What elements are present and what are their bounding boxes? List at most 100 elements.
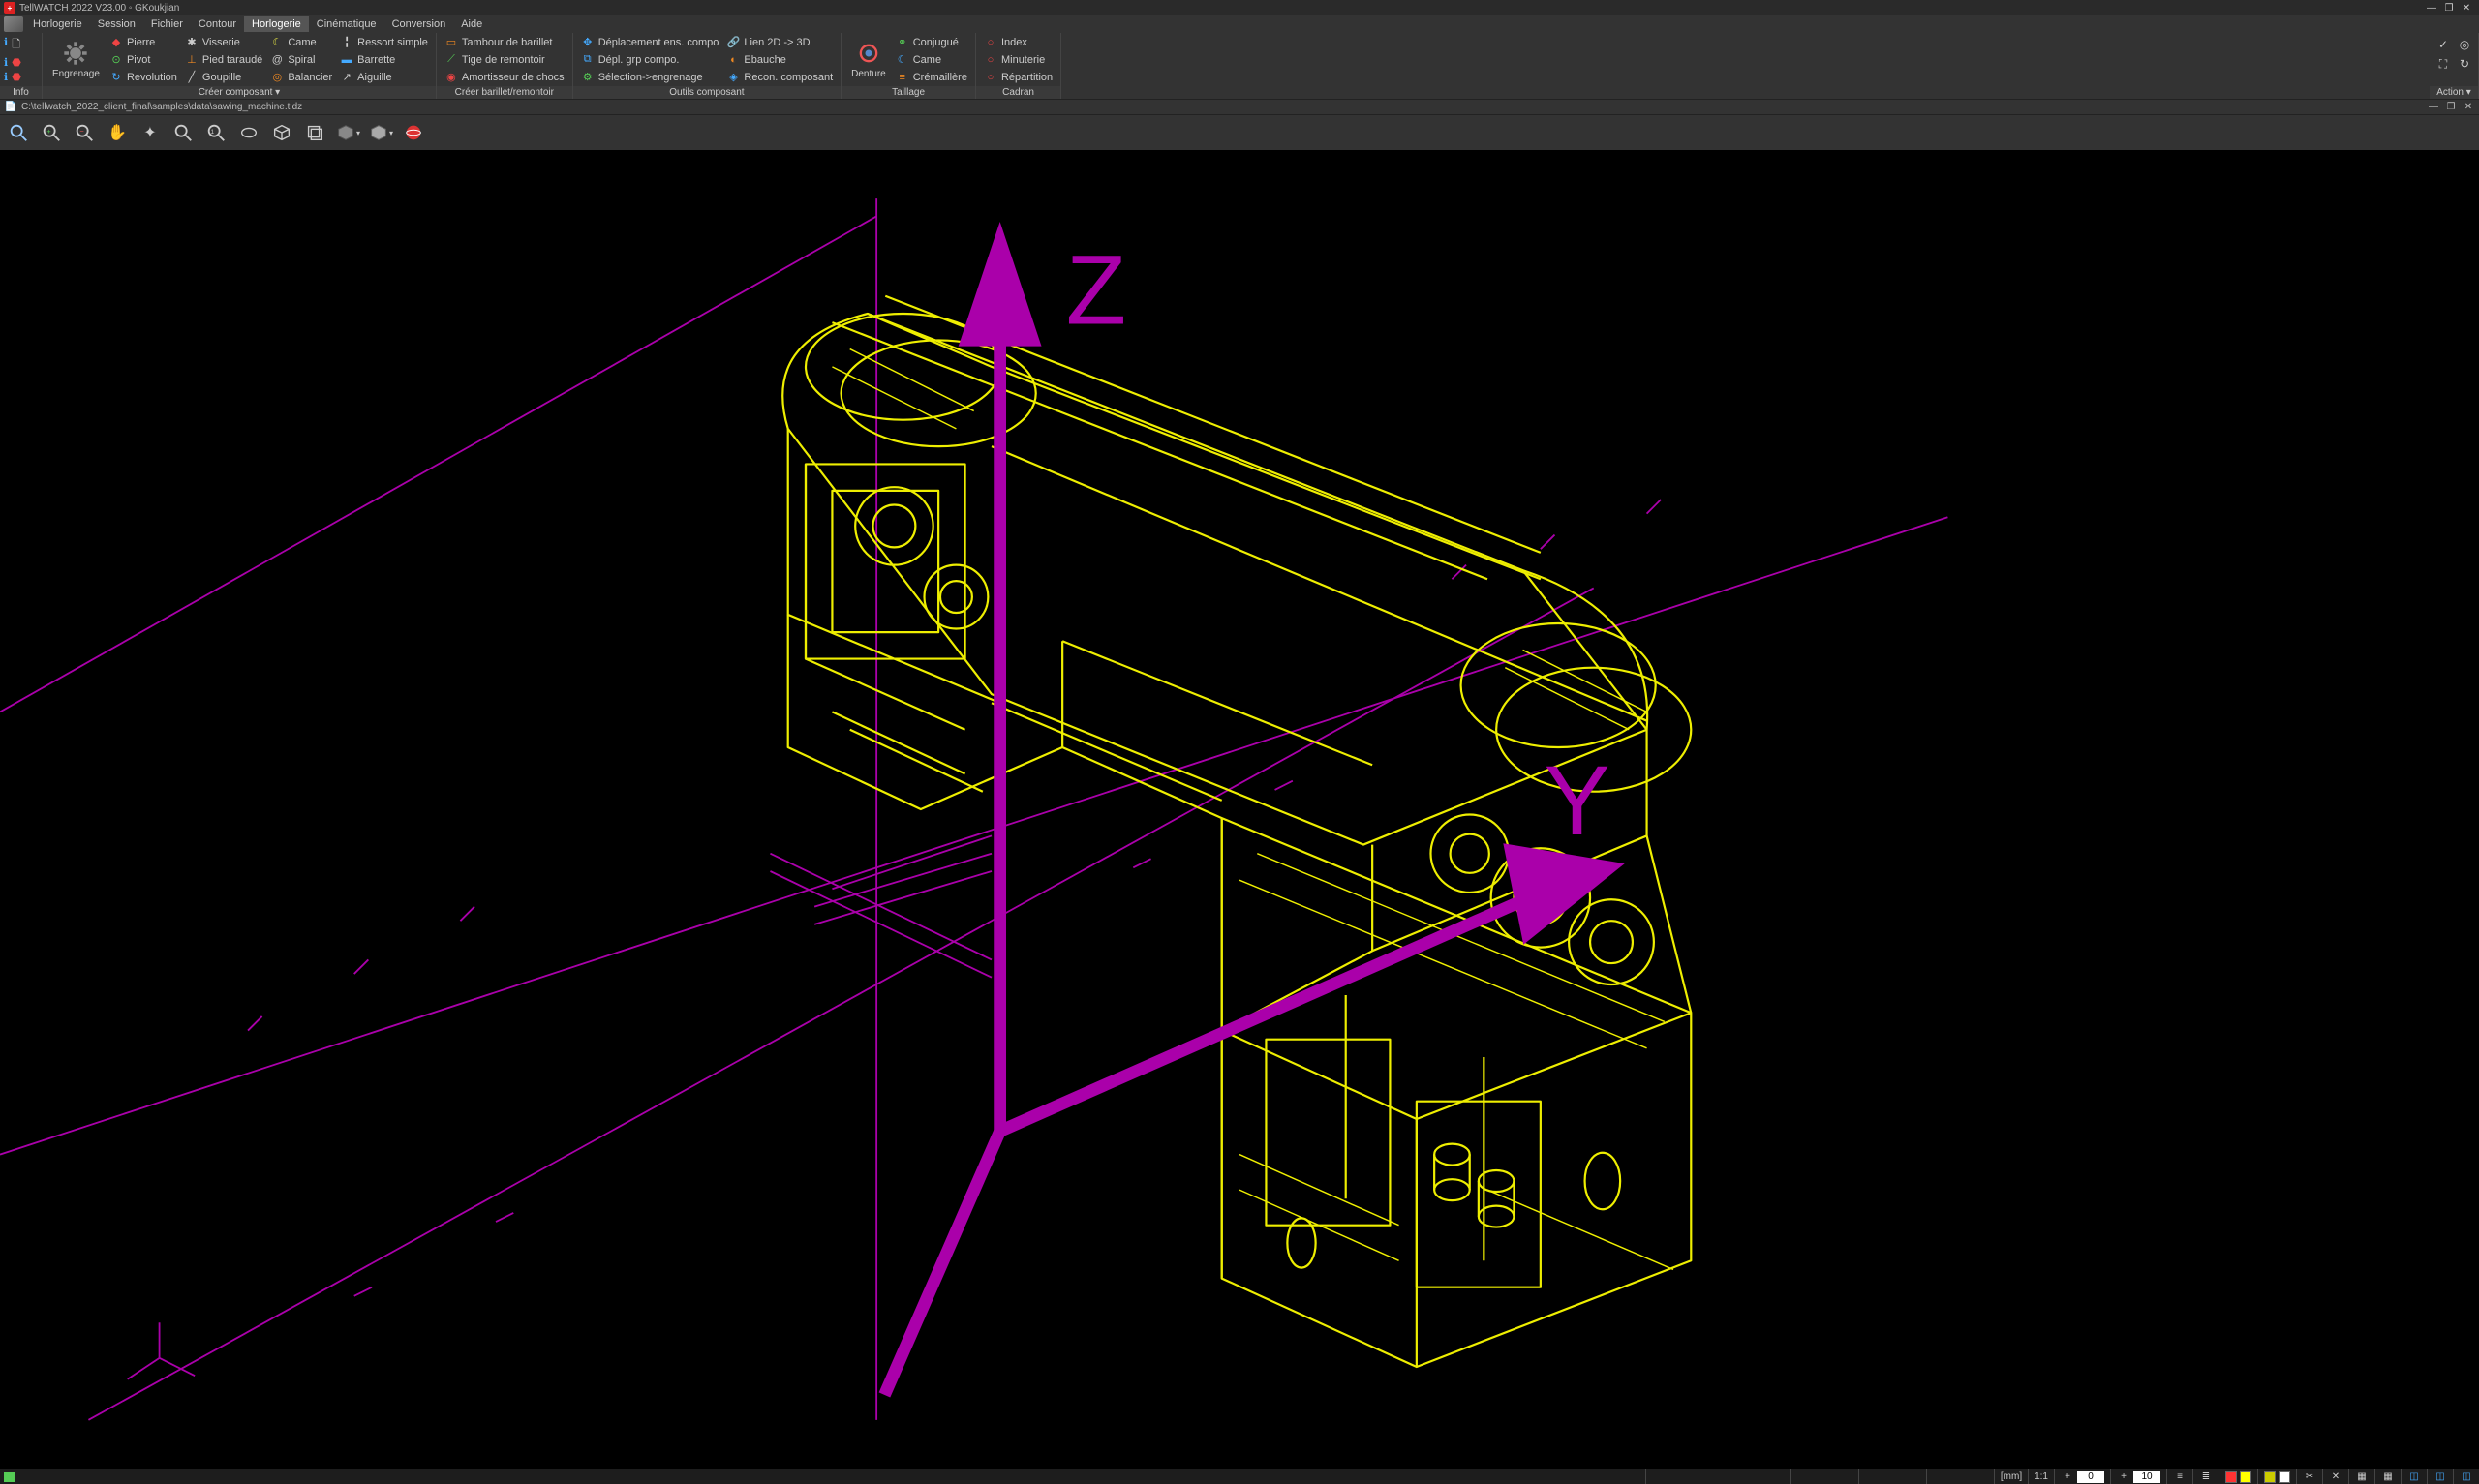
drum-icon: ▭	[444, 36, 458, 49]
cremaillere-button[interactable]: ≡Crémaillère	[896, 70, 967, 84]
menu-session[interactable]: Session	[90, 16, 143, 32]
goupille-button[interactable]: ╱Goupille	[185, 70, 262, 84]
doc-close-button[interactable]: ✕	[2462, 102, 2475, 112]
swatch-red[interactable]	[2225, 1471, 2237, 1483]
doc-minimize-button[interactable]: —	[2427, 102, 2440, 112]
cube-drop-button[interactable]: ▾	[335, 120, 360, 145]
target-icon[interactable]: ◎	[2457, 37, 2472, 52]
info2-icon[interactable]: ℹ	[4, 56, 8, 69]
deplacement-button[interactable]: ✥Déplacement ens. compo	[581, 35, 719, 49]
menu-cinematique[interactable]: Cinématique	[309, 16, 384, 32]
movegrp-icon: ⧉	[581, 53, 595, 67]
engrenage-button[interactable]: Engrenage	[46, 35, 106, 84]
viewport[interactable]: Z Y	[0, 150, 2479, 1469]
conjugue-button[interactable]: ⚭Conjugué	[896, 35, 967, 49]
pivot-button[interactable]: ⊙Pivot	[109, 52, 177, 67]
grid-toggle-1[interactable]: ▦	[2355, 1470, 2369, 1484]
group-action-label[interactable]: Action ▾	[2430, 86, 2478, 99]
cube-toggle-3[interactable]: ◫	[2460, 1470, 2473, 1484]
ebauche-button[interactable]: ◐Ebauche	[726, 52, 833, 67]
group-info-label: Info	[0, 86, 42, 99]
recon-composant-button[interactable]: ◈Recon. composant	[726, 70, 833, 84]
zoom-region-button[interactable]	[236, 120, 261, 145]
zoom-out-button[interactable]: −	[72, 120, 97, 145]
swatch-yellow2[interactable]	[2264, 1471, 2276, 1483]
pierre-button[interactable]: ◆Pierre	[109, 35, 177, 49]
foot-icon: ⊥	[185, 53, 199, 67]
cube-toggle-1[interactable]: ◫	[2407, 1470, 2421, 1484]
index-button[interactable]: ○Index	[984, 35, 1053, 49]
swatch-white[interactable]	[2279, 1471, 2290, 1483]
zoom-prev-button[interactable]: 1	[203, 120, 229, 145]
balancier-button[interactable]: ◎Balancier	[270, 70, 332, 84]
lines-toggle-2[interactable]: ≣	[2199, 1470, 2213, 1484]
info3-icon[interactable]: ℹ	[4, 71, 8, 83]
menu-horlogerie-0[interactable]: Horlogerie	[25, 16, 90, 32]
came-button[interactable]: ☾Came	[270, 35, 332, 49]
depl-grp-button[interactable]: ⧉Dépl. grp compo.	[581, 52, 719, 67]
new-doc-icon[interactable]: 🗋	[12, 36, 20, 54]
grid-toggle-2[interactable]: ▦	[2381, 1470, 2395, 1484]
doc-maximize-button[interactable]: ❐	[2444, 102, 2458, 112]
visserie-button[interactable]: ✱Visserie	[185, 35, 262, 49]
minuterie-button[interactable]: ○Minuterie	[984, 52, 1053, 67]
ressort-simple-button[interactable]: ╏Ressort simple	[340, 35, 428, 49]
menu-horlogerie[interactable]: Horlogerie	[244, 16, 309, 32]
val1-field[interactable]: 0	[2077, 1471, 2104, 1483]
barrette-button[interactable]: ▬Barrette	[340, 52, 428, 67]
plus-button[interactable]: +	[2061, 1470, 2074, 1484]
menu-contour[interactable]: Contour	[191, 16, 244, 32]
pied-taraude-button[interactable]: ⊥Pied taraudé	[185, 52, 262, 67]
stop-icon[interactable]: ⬣	[12, 56, 21, 69]
tige-remontoir-button[interactable]: ⟋Tige de remontoir	[444, 52, 565, 67]
index-icon: ○	[984, 36, 997, 49]
spiral-button[interactable]: @Spiral	[270, 52, 332, 67]
zoom-fit-button[interactable]	[6, 120, 31, 145]
cube-toggle-2[interactable]: ◫	[2433, 1470, 2447, 1484]
pan-button[interactable]: ✋	[105, 120, 130, 145]
engrenage-label: Engrenage	[52, 69, 100, 79]
zoom-window-button[interactable]	[170, 120, 196, 145]
zoom-in-button[interactable]: +	[39, 120, 64, 145]
denture-button[interactable]: Denture	[845, 35, 892, 84]
svg-text:+: +	[46, 127, 50, 136]
selection-engrenage-button[interactable]: ⚙Sélection->engrenage	[581, 70, 719, 84]
menu-fichier[interactable]: Fichier	[143, 16, 191, 32]
aiguille-button[interactable]: ↗Aiguille	[340, 70, 428, 84]
lines-toggle[interactable]: ≡	[2173, 1470, 2187, 1484]
expand-icon[interactable]: ⛶	[2435, 56, 2451, 72]
needle-icon: ↗	[340, 71, 353, 84]
cube-wire-button[interactable]	[302, 120, 327, 145]
came2-button[interactable]: ☾Came	[896, 52, 967, 67]
revolution-button[interactable]: ↻Revolution	[109, 70, 177, 84]
swatch-yellow[interactable]	[2240, 1471, 2251, 1483]
group-creer-composant-label[interactable]: Créer composant ▾	[43, 86, 436, 99]
check-icon[interactable]: ✓	[2435, 37, 2451, 52]
ratio-label: 1:1	[2028, 1469, 2054, 1484]
screw-icon: ✱	[185, 36, 199, 49]
box-3d-button[interactable]	[269, 120, 294, 145]
maximize-button[interactable]: ❐	[2440, 3, 2458, 14]
amortisseur-button[interactable]: ◉Amortisseur de chocs	[444, 70, 565, 84]
repartition-button[interactable]: ○Répartition	[984, 70, 1053, 84]
cut-button[interactable]: ✂	[2303, 1470, 2316, 1484]
tambour-barillet-button[interactable]: ▭Tambour de barillet	[444, 35, 565, 49]
menu-conversion[interactable]: Conversion	[384, 16, 454, 32]
status-field-4	[1926, 1469, 1994, 1484]
titlebar: + TellWATCH 2022 V23.00 ◦ GKoukjian — ❐ …	[0, 0, 2479, 15]
info-icon[interactable]: ℹ	[4, 36, 8, 54]
cube-solid-button[interactable]: ▾	[368, 120, 393, 145]
refresh-icon[interactable]: ↻	[2457, 56, 2472, 72]
menu-aide[interactable]: Aide	[453, 16, 490, 32]
lien-2d3d-button[interactable]: 🔗Lien 2D -> 3D	[726, 35, 833, 49]
statusbar: [mm] 1:1 + 0 + 10 ≡ ≣ ✂ ✕ ▦ ▦ ◫ ◫ ◫	[0, 1469, 2479, 1484]
close-button[interactable]: ✕	[2458, 3, 2475, 14]
sphere-red-button[interactable]	[401, 120, 426, 145]
x-button[interactable]: ✕	[2329, 1470, 2342, 1484]
rotate-button[interactable]: ✦	[138, 120, 163, 145]
val2-field[interactable]: 10	[2133, 1471, 2160, 1483]
file-path: C:\tellwatch_2022_client_final\samples\d…	[21, 102, 302, 112]
stop2-icon[interactable]: ⬣	[12, 71, 21, 83]
plus2-button[interactable]: +	[2117, 1470, 2130, 1484]
minimize-button[interactable]: —	[2423, 3, 2440, 14]
